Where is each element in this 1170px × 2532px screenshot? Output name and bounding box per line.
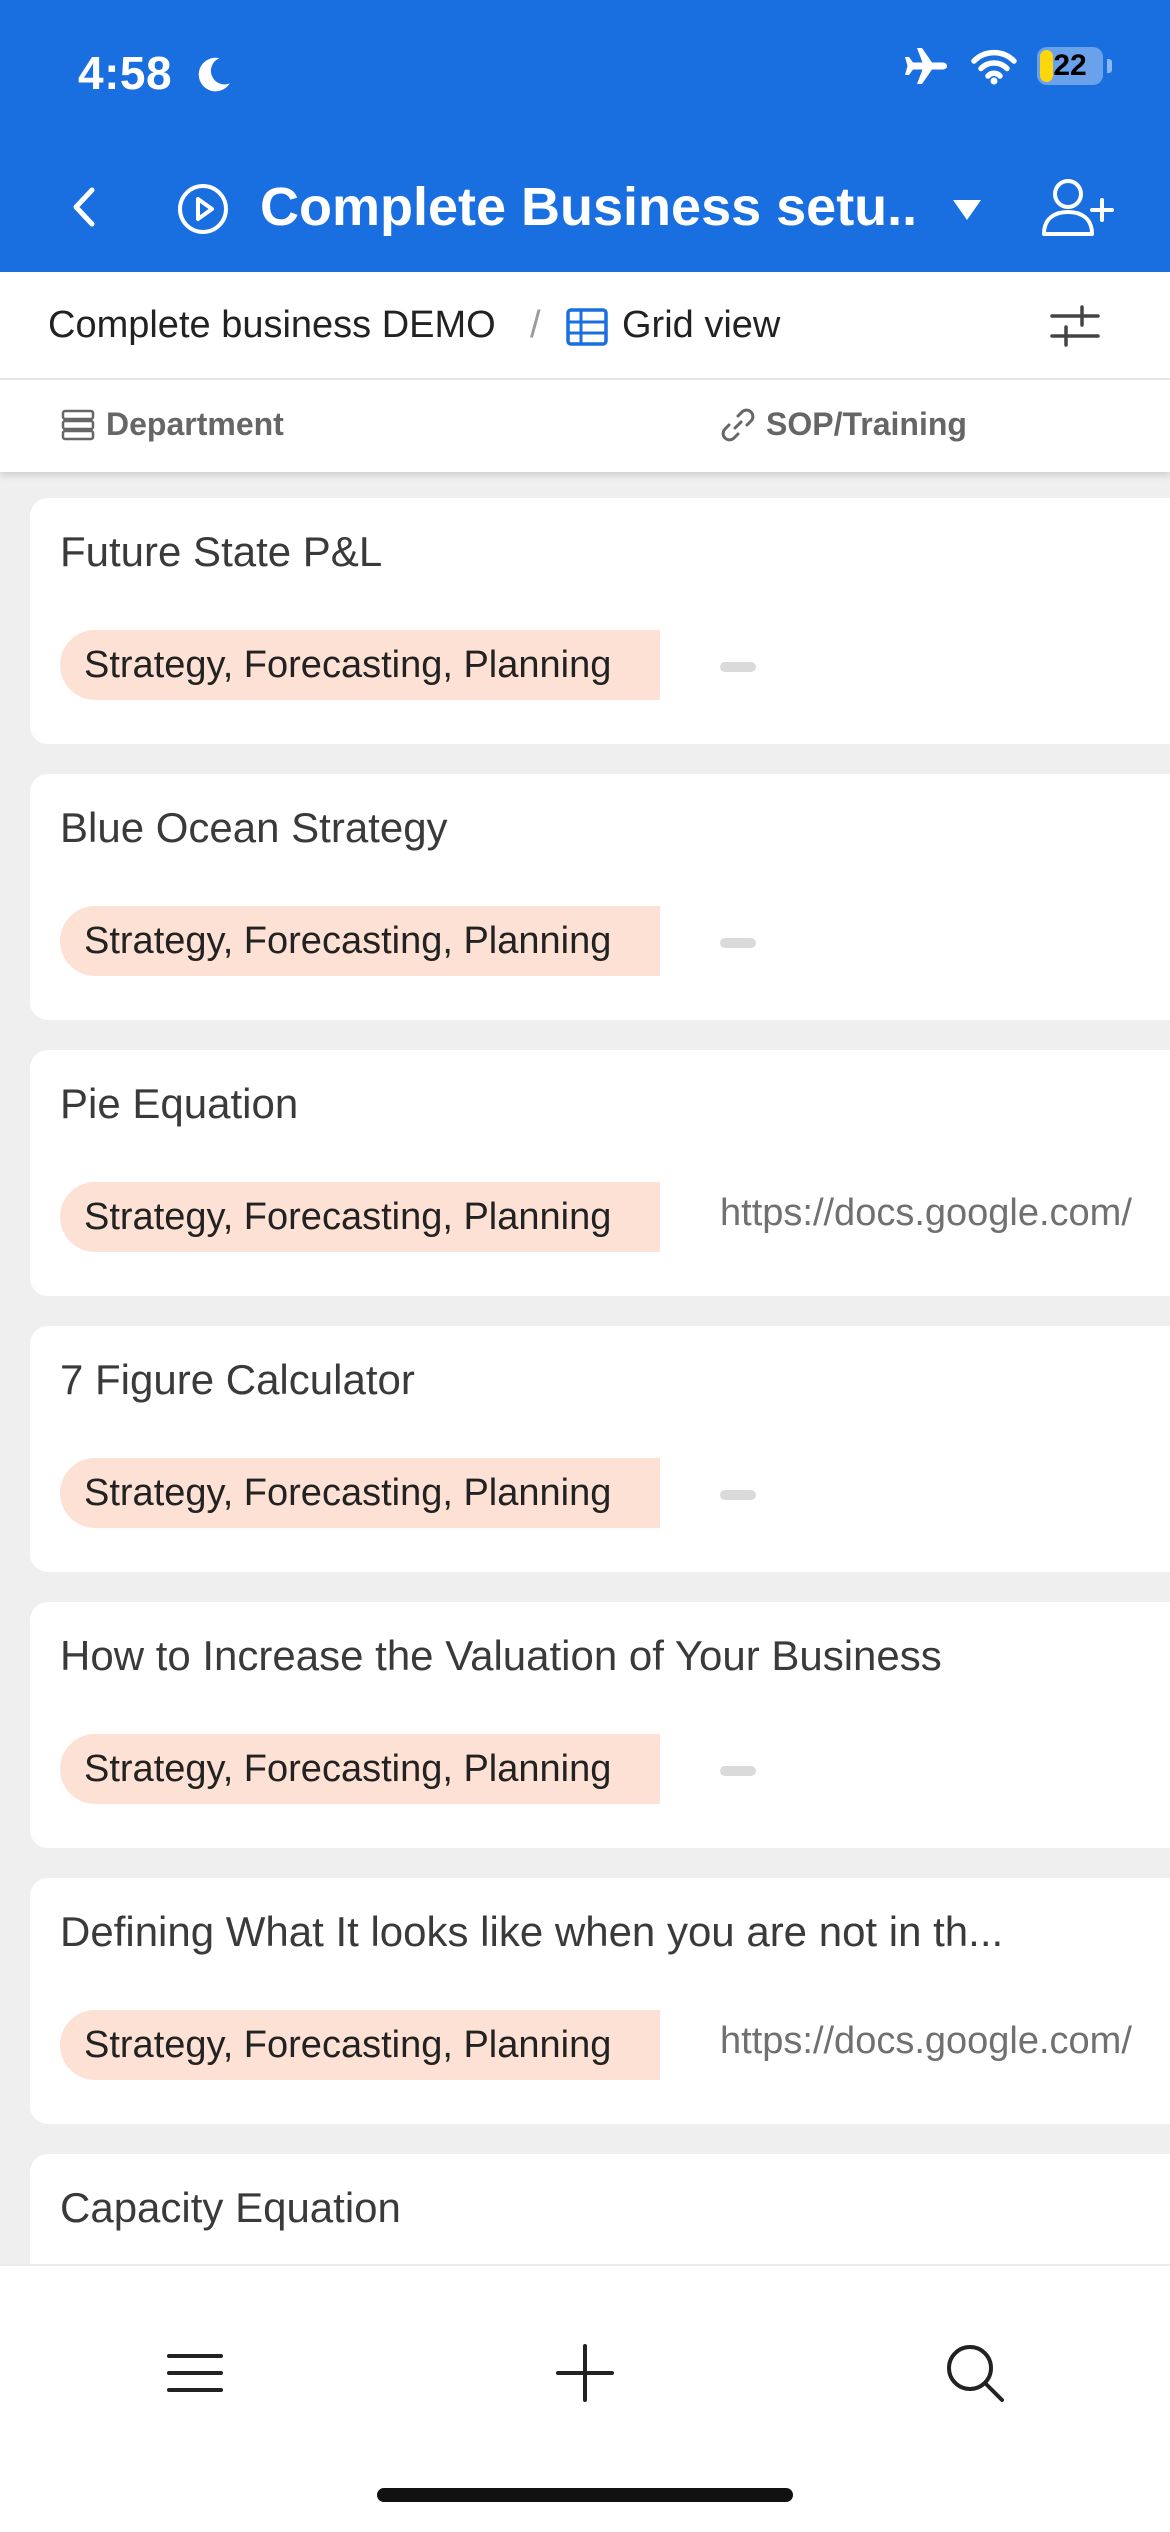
moon-icon [198, 57, 230, 92]
grid-view-icon [566, 308, 608, 346]
status-time: 4:58 [78, 47, 173, 99]
multi-select-icon [61, 409, 95, 440]
department-tag: Strategy, Forecasting, Planning [60, 2010, 660, 2080]
sop-link[interactable]: https://docs.google.com/ [720, 2020, 1132, 2063]
empty-value-dash [720, 1490, 756, 1500]
breadcrumb-view[interactable]: Grid view [622, 304, 780, 347]
add-user-icon[interactable] [1040, 176, 1114, 238]
department-tag: Strategy, Forecasting, Planning [60, 1734, 660, 1804]
record-title: Future State P&L [60, 528, 383, 575]
column-sop-training[interactable]: SOP/Training [720, 406, 967, 443]
record-card[interactable]: Defining What It looks like when you are… [30, 1878, 1170, 2124]
plus-icon[interactable] [554, 2342, 616, 2404]
record-card[interactable]: How to Increase the Valuation of Your Bu… [30, 1602, 1170, 1848]
department-tag: Strategy, Forecasting, Planning [60, 1458, 660, 1528]
record-title: Pie Equation [60, 1080, 299, 1127]
record-card[interactable]: Blue Ocean Strategy Strategy, Forecastin… [30, 774, 1170, 1020]
base-title[interactable]: Complete Business setu... [260, 176, 920, 238]
sop-link[interactable]: https://docs.google.com/ [720, 1192, 1132, 1235]
battery-icon: 22 [1037, 47, 1103, 85]
play-icon[interactable] [176, 182, 230, 236]
empty-value-dash [720, 1766, 756, 1776]
record-card[interactable]: Future State P&L Strategy, Forecasting, … [30, 498, 1170, 744]
column-department-label: Department [106, 406, 284, 442]
record-card[interactable]: Pie Equation Strategy, Forecasting, Plan… [30, 1050, 1170, 1296]
home-indicator [377, 2488, 793, 2502]
department-tag: Strategy, Forecasting, Planning [60, 1182, 660, 1252]
caret-down-icon[interactable] [950, 196, 984, 224]
battery-level: 22 [1053, 49, 1087, 82]
record-title: 7 Figure Calculator [60, 1356, 415, 1403]
record-card[interactable]: 7 Figure Calculator Strategy, Forecastin… [30, 1326, 1170, 1572]
column-header-row: Department SOP/Training [0, 380, 1170, 472]
breadcrumb-separator: / [530, 304, 541, 346]
search-icon[interactable] [944, 2342, 1006, 2404]
column-department[interactable]: Department [60, 406, 284, 443]
status-bar: 4:58 22 [0, 0, 1170, 150]
nav-bar: Complete Business setu... [0, 160, 1170, 256]
battery-tip [1107, 59, 1112, 73]
record-title: Defining What It looks like when you are… [60, 1908, 1004, 1955]
department-tag: Strategy, Forecasting, Planning [60, 630, 660, 700]
record-title: Capacity Equation [60, 2184, 401, 2231]
wifi-icon [971, 49, 1017, 85]
bottom-toolbar [0, 2264, 1170, 2532]
breadcrumb: Complete business DEMO / Grid view [0, 272, 1170, 380]
status-icons: 22 [903, 46, 1112, 86]
link-icon [721, 408, 755, 441]
airplane-icon [905, 48, 947, 84]
breadcrumb-base[interactable]: Complete business DEMO [48, 304, 496, 347]
filter-settings-icon[interactable] [1050, 302, 1100, 350]
record-title: How to Increase the Valuation of Your Bu… [60, 1632, 942, 1679]
column-sop-training-label: SOP/Training [766, 406, 967, 442]
empty-value-dash [720, 938, 756, 948]
department-tag: Strategy, Forecasting, Planning [60, 906, 660, 976]
record-list: Future State P&L Strategy, Forecasting, … [0, 472, 1170, 2264]
empty-value-dash [720, 662, 756, 672]
menu-icon[interactable] [164, 2342, 226, 2404]
back-icon[interactable] [60, 182, 110, 232]
record-title: Blue Ocean Strategy [60, 804, 448, 851]
record-card[interactable]: Capacity Equation [30, 2154, 1170, 2264]
app-header: 4:58 22 Complete Business setu... [0, 0, 1170, 272]
